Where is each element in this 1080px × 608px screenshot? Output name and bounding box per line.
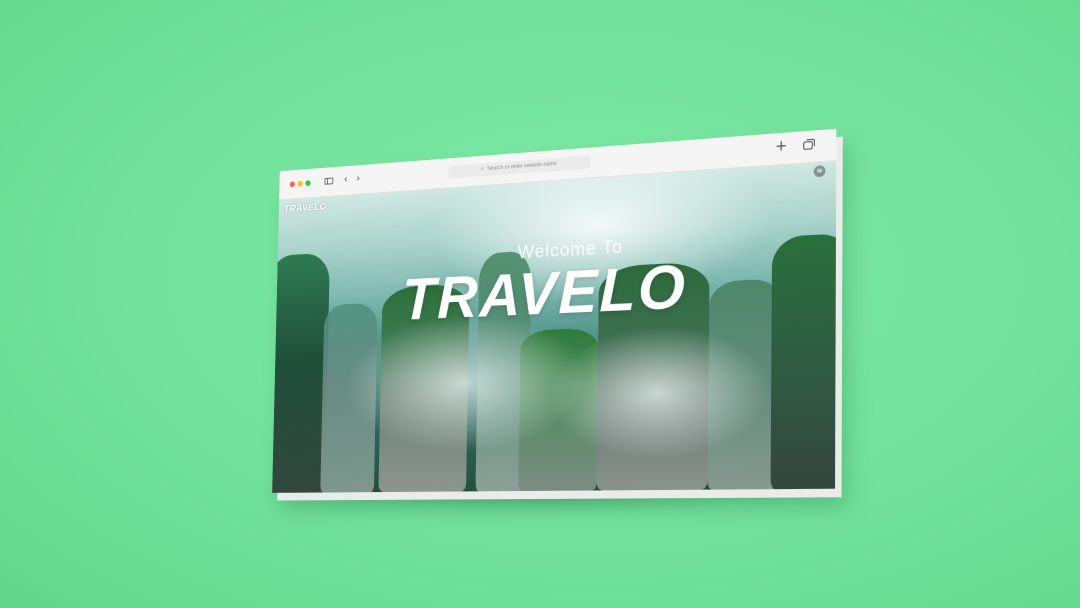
maximize-window-button[interactable]	[305, 180, 311, 187]
address-bar[interactable]: ⌕ Search or enter website name	[448, 155, 591, 179]
tabs-icon[interactable]	[803, 140, 813, 150]
scene: ‹ › ⌕ Search or enter website name + TRA…	[0, 0, 1080, 608]
chevron-right-icon[interactable]: ›	[356, 172, 360, 186]
plus-icon[interactable]: +	[775, 138, 787, 155]
close-window-button[interactable]	[289, 181, 296, 188]
menu-icon[interactable]: ≡	[813, 165, 826, 178]
site-logo[interactable]: TRAVELO	[284, 202, 327, 215]
sidebar-icon[interactable]	[324, 177, 334, 185]
hero-banner: TRAVELO ≡ Welcome To TRAVELO	[272, 161, 837, 493]
browser-window: ‹ › ⌕ Search or enter website name + TRA…	[272, 128, 837, 493]
chevron-left-icon[interactable]: ‹	[344, 173, 348, 187]
minimize-window-button[interactable]	[297, 180, 303, 187]
search-icon: ⌕	[480, 166, 484, 173]
address-placeholder: Search or enter website name	[486, 160, 557, 172]
